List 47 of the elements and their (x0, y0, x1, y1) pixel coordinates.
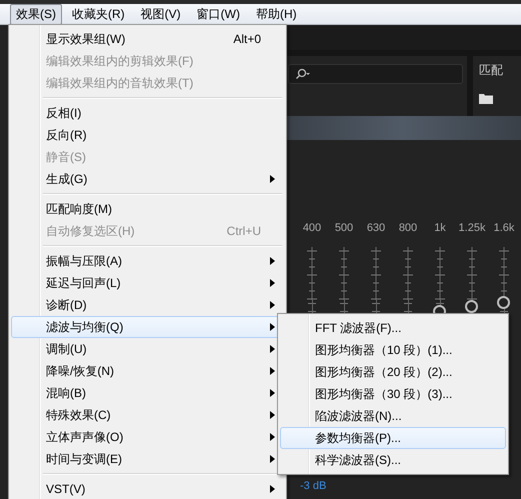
menu-item[interactable]: 振幅与压限(A) (11, 250, 284, 272)
menu-bar-item[interactable]: 效果(S) (10, 4, 62, 24)
menu-item[interactable]: 生成(G) (11, 168, 284, 190)
slider-scale-drawing (370, 247, 382, 300)
slider-scale-drawing (434, 247, 446, 300)
menu-bar-item[interactable]: 帮助(H) (250, 4, 303, 24)
submenu-arrow-icon (270, 455, 275, 463)
submenu-arrow-icon (270, 323, 275, 331)
frequency-label: 1.25k (458, 222, 486, 234)
frequency-label: 1.6k (494, 222, 514, 234)
menu-item[interactable]: 显示效果组(W) Alt+0 (11, 28, 284, 50)
submenu-arrow-icon (270, 257, 275, 265)
search-field[interactable] (288, 64, 463, 84)
submenu-arrow-icon (270, 175, 275, 183)
menu-bar-item[interactable]: 窗口(W) (190, 4, 246, 24)
frequency-label: 1k (434, 222, 446, 234)
frequency-label: 400 (302, 222, 322, 234)
slider-thumb[interactable] (465, 300, 478, 314)
submenu-arrow-icon (270, 411, 275, 419)
slider-scale-drawing (402, 247, 414, 300)
submenu-arrow-icon (270, 485, 275, 493)
menu-item[interactable]: 反相(I) (11, 102, 284, 124)
panel-title: 匹配 (479, 62, 504, 79)
frequency-label: 800 (398, 222, 418, 234)
menu-bar-item[interactable]: 收藏夹(R) (66, 4, 131, 24)
folder-icon[interactable] (479, 93, 493, 104)
submenu-arrow-icon (270, 367, 275, 375)
menu-item[interactable]: 延迟与回声(L) (11, 272, 284, 294)
frequency-label: 500 (334, 222, 354, 234)
submenu-arrow-icon (270, 301, 275, 309)
slider-scale-drawing (306, 247, 318, 300)
menu-item[interactable]: 参数均衡器(P)... (280, 427, 506, 449)
submenu-arrow-icon (270, 389, 275, 397)
search-icon (295, 68, 311, 80)
slider-thumb[interactable] (497, 296, 510, 309)
submenu-arrow-icon (270, 433, 275, 441)
gain-reading: -3 dB (300, 480, 326, 492)
menu-bar-item[interactable]: 视图(V) (134, 4, 187, 24)
slider-scale-drawing (466, 247, 478, 300)
menu-item[interactable]: 诊断(D) (11, 294, 284, 316)
menu-item[interactable]: 反向(R) (11, 124, 284, 146)
submenu-arrow-icon (270, 345, 275, 353)
submenu-arrow-icon (270, 279, 275, 287)
frequency-label: 630 (366, 222, 386, 234)
slider-scale-drawing (338, 247, 350, 300)
menu-item[interactable]: VST(V) (11, 478, 284, 499)
menu-item[interactable]: 匹配响度(M) (11, 198, 284, 220)
